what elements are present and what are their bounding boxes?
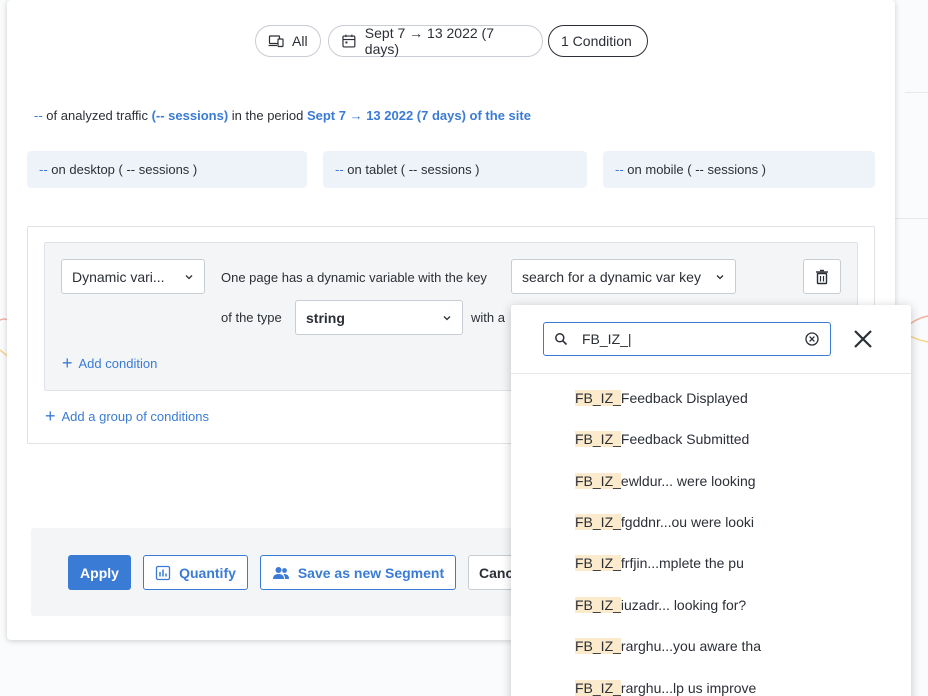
match-highlight: FB_IZ_	[575, 555, 621, 571]
desktop-label: on desktop ( -- sessions )	[51, 162, 198, 177]
match-highlight: FB_IZ_	[575, 680, 621, 696]
dropdown-option[interactable]: FB_IZ_iuzadr... looking for?	[575, 597, 746, 613]
plus-icon: +	[45, 406, 56, 426]
chevron-down-icon	[443, 315, 451, 320]
option-label: Feedback Displayed	[620, 390, 748, 406]
value-type-select[interactable]: string	[295, 300, 463, 335]
dropdown-option[interactable]: FB_IZ_Feedback Displayed	[575, 390, 748, 406]
dropdown-option[interactable]: FB_IZ_Feedback Submitted	[575, 431, 749, 447]
summary-value: --	[34, 108, 43, 123]
match-highlight: FB_IZ_	[575, 431, 621, 447]
operator-label: with a	[471, 310, 505, 325]
option-label: frfjin...mplete the pu	[620, 555, 744, 571]
match-highlight: FB_IZ_	[575, 597, 621, 613]
device-filter-label: All	[292, 33, 308, 49]
dropdown-option[interactable]: FB_IZ_rarghu...you aware tha	[575, 638, 761, 654]
tablet-traffic-card: -- on tablet ( -- sessions )	[323, 151, 587, 188]
add-group-label: Add a group of conditions	[61, 408, 209, 424]
background-divider	[905, 92, 928, 93]
condition-type-value: Dynamic vari...	[72, 268, 165, 285]
option-label: rarghu...you aware tha	[620, 638, 761, 654]
dropdown-option[interactable]: FB_IZ_frfjin...mplete the pu	[575, 555, 744, 571]
apply-label: Apply	[80, 564, 119, 581]
dropdown-option[interactable]: FB_IZ_fgddnr...ou were looki	[575, 514, 754, 530]
dynamic-var-key-placeholder: search for a dynamic var key	[522, 268, 701, 285]
desktop-value: --	[39, 162, 48, 177]
dropdown-option[interactable]: FB_IZ_rarghu...lp us improve	[575, 680, 756, 696]
add-group-link[interactable]: + Add a group of conditions	[45, 407, 209, 425]
dynamic-var-key-select[interactable]: search for a dynamic var key	[511, 259, 736, 294]
option-label: iuzadr... looking for?	[620, 597, 747, 613]
search-icon	[555, 333, 568, 346]
dropdown-divider	[511, 373, 911, 374]
mobile-value: --	[615, 162, 624, 177]
match-highlight: FB_IZ_	[575, 390, 621, 406]
summary-period: Sept 7 → 13 2022 (7 days) of the site	[306, 108, 531, 123]
tablet-label: on tablet ( -- sessions )	[347, 162, 480, 177]
quantify-label: Quantify	[179, 564, 236, 581]
delete-condition-button[interactable]	[803, 259, 841, 294]
users-icon	[272, 566, 289, 579]
date-filter-label: Sept 7 → 13 2022 (7 days)	[364, 25, 494, 57]
add-condition-label: Add condition	[78, 355, 158, 371]
condition-filter-label: 1 Condition	[561, 33, 632, 49]
dropdown-option[interactable]: FB_IZ_ewldur... were looking	[575, 473, 756, 489]
date-filter-pill[interactable]: Sept 7 → 13 2022 (7 days)	[328, 25, 543, 57]
apply-button[interactable]: Apply	[68, 555, 131, 590]
bar-chart-icon	[155, 565, 171, 580]
match-highlight: FB_IZ_	[575, 473, 621, 489]
option-label: fgddnr...ou were looki	[620, 514, 754, 530]
option-label: Feedback Submitted	[620, 431, 750, 447]
clear-search-icon[interactable]	[804, 331, 820, 347]
background-divider	[895, 218, 928, 219]
chevron-down-icon	[185, 274, 193, 279]
plus-icon: +	[62, 353, 73, 373]
value-type-value: string	[306, 309, 345, 326]
quantify-button[interactable]: Quantify	[143, 555, 248, 590]
dropdown-search-box	[543, 322, 831, 356]
mobile-traffic-card: -- on mobile ( -- sessions )	[603, 151, 875, 188]
traffic-summary: -- of analyzed traffic (-- sessions) in …	[34, 108, 531, 123]
dropdown-search-input[interactable]	[582, 331, 804, 347]
condition-filter-pill[interactable]: 1 Condition	[548, 25, 648, 57]
tablet-value: --	[335, 162, 344, 177]
cancel-label: Canc	[479, 564, 514, 581]
chevron-down-icon	[716, 274, 724, 279]
close-icon[interactable]	[851, 327, 875, 351]
dynamic-var-dropdown: FB_IZ_Feedback Displayed FB_IZ_Feedback …	[511, 305, 911, 696]
condition-type-select[interactable]: Dynamic vari...	[61, 259, 205, 294]
desktop-traffic-card: -- on desktop ( -- sessions )	[27, 151, 307, 188]
summary-text: of analyzed traffic	[46, 108, 148, 123]
devices-icon	[268, 35, 284, 48]
option-label: ewldur... were looking	[620, 473, 756, 489]
device-filter-pill[interactable]: All	[255, 25, 321, 57]
summary-period-text: in the period	[231, 108, 304, 123]
calendar-icon	[342, 34, 356, 48]
match-highlight: FB_IZ_	[575, 638, 621, 654]
match-highlight: FB_IZ_	[575, 514, 621, 530]
condition-sentence: One page has a dynamic variable with the…	[221, 270, 487, 285]
save-segment-button[interactable]: Save as new Segment	[260, 555, 456, 590]
mobile-label: on mobile ( -- sessions )	[627, 162, 767, 177]
option-label: rarghu...lp us improve	[620, 680, 757, 696]
trash-icon	[816, 269, 828, 284]
type-label: of the type	[221, 310, 282, 325]
save-segment-label: Save as new Segment	[297, 564, 445, 581]
add-condition-link[interactable]: + Add condition	[62, 354, 157, 372]
summary-sessions: (-- sessions)	[151, 108, 229, 123]
